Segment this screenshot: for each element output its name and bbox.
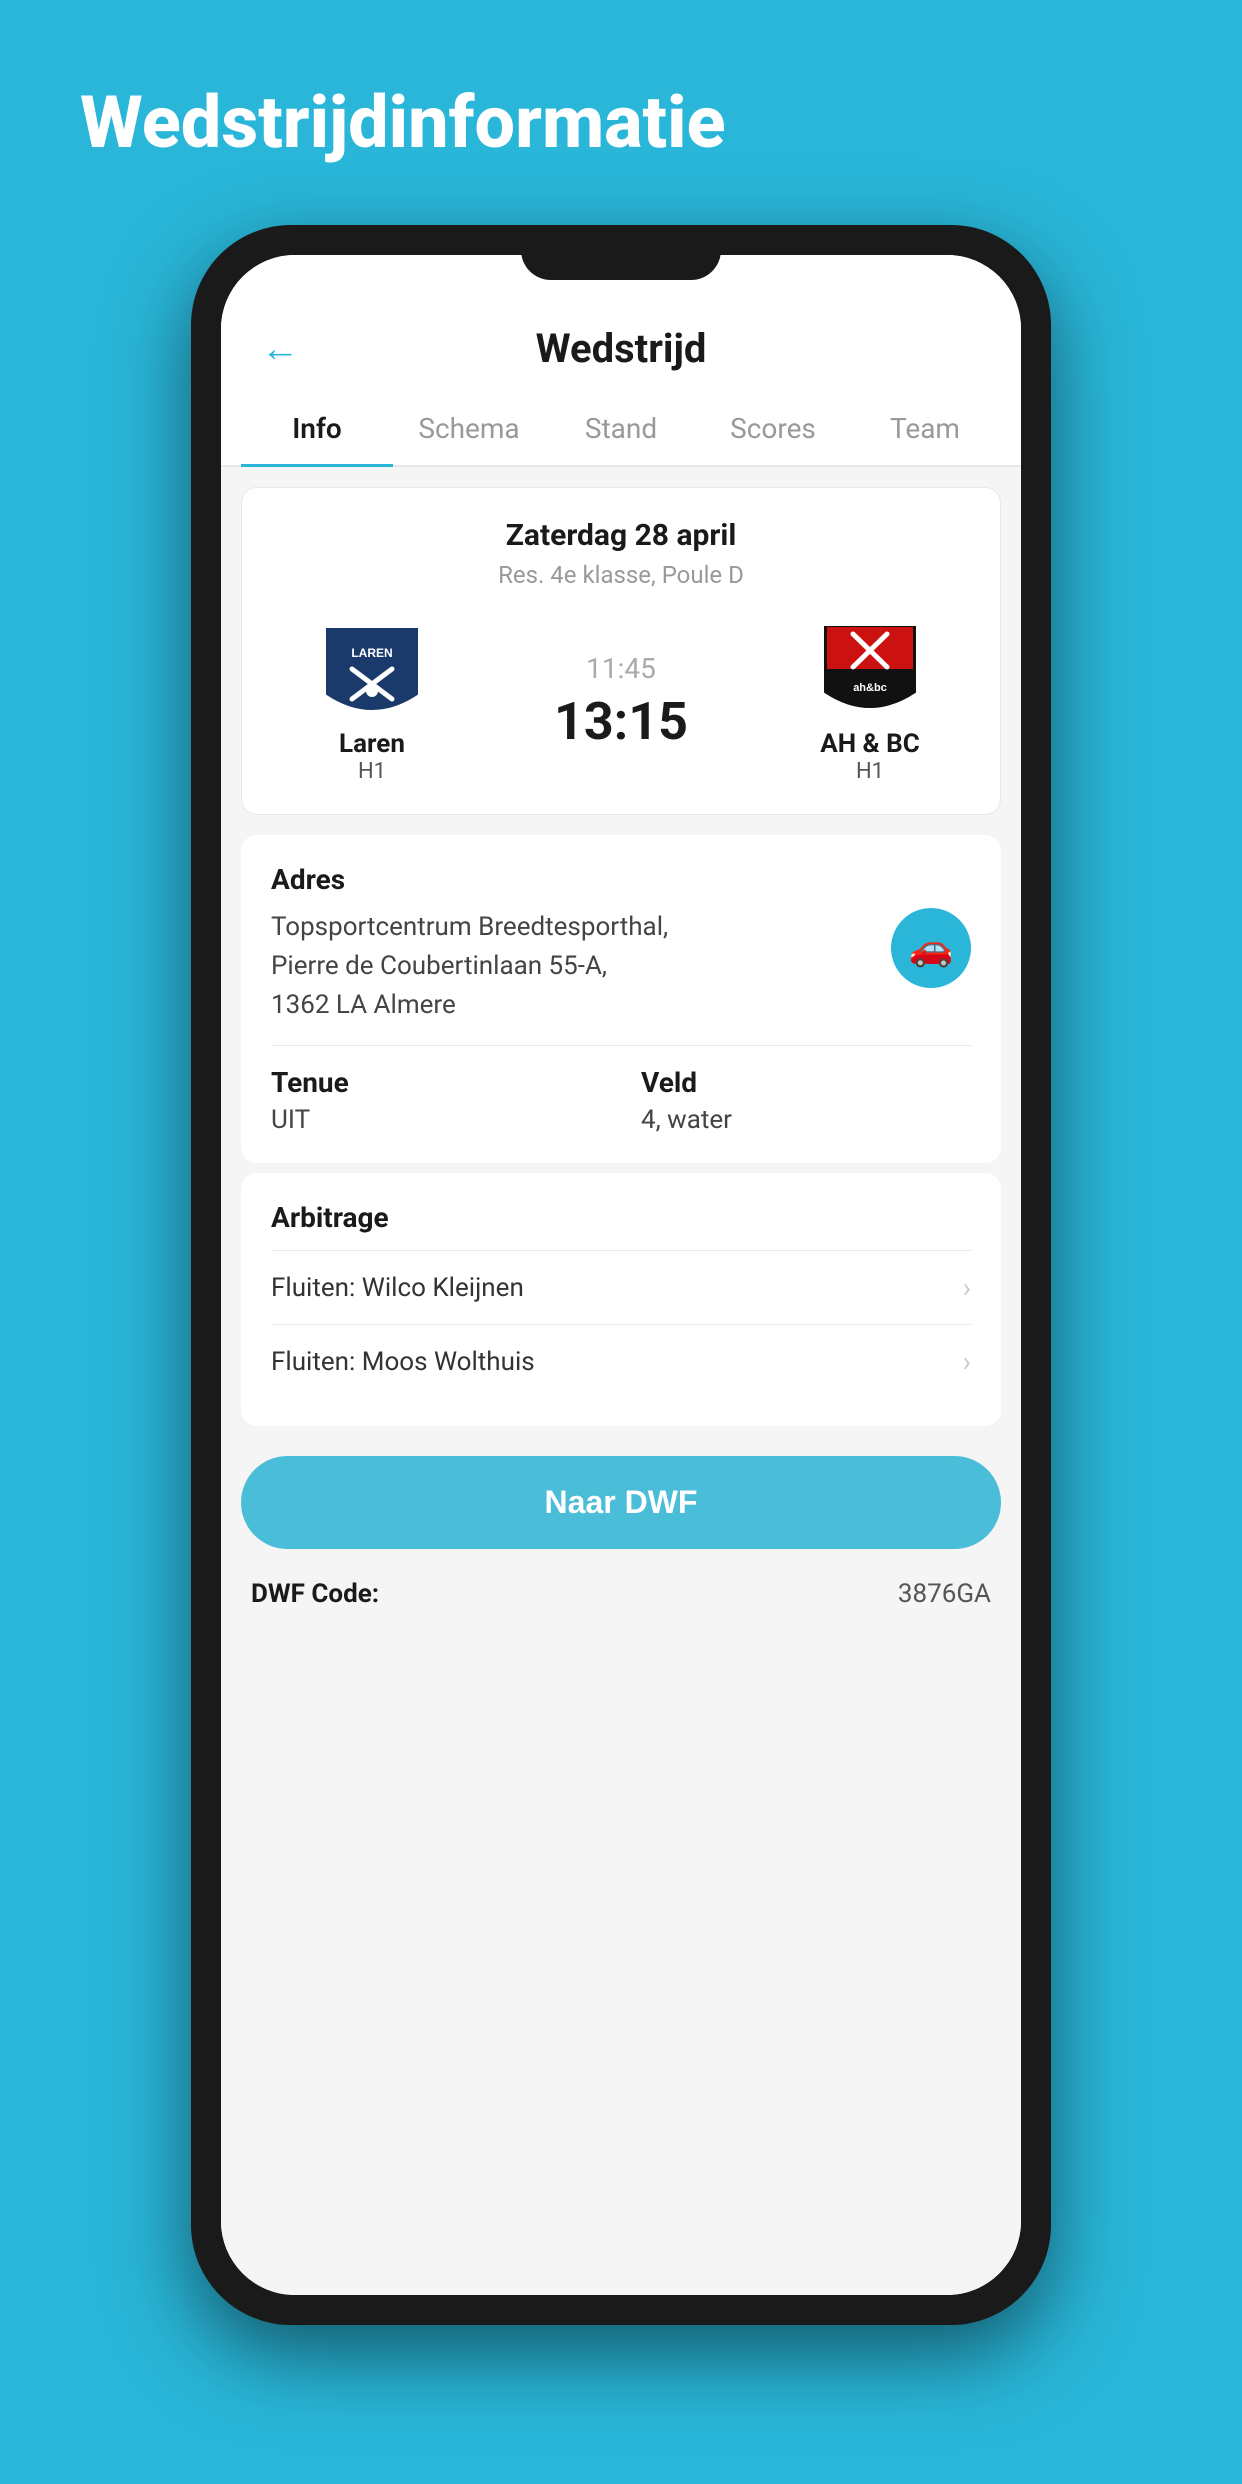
- arbitrage-item-0[interactable]: Fluiten: Wilco Kleijnen ›: [271, 1250, 971, 1324]
- dwf-code-label: DWF Code:: [251, 1579, 379, 1609]
- screen-content: ← Wedstrijd Info Schema Stand Scores Tea…: [221, 255, 1021, 2295]
- dwf-code-value: 3876GA: [898, 1579, 991, 1609]
- tab-team[interactable]: Team: [849, 392, 1001, 465]
- phone-device: ← Wedstrijd Info Schema Stand Scores Tea…: [191, 225, 1051, 2325]
- match-league: Res. 4e klasse, Poule D: [272, 561, 970, 589]
- back-button[interactable]: ←: [261, 327, 299, 371]
- arbitrage-item-1[interactable]: Fluiten: Moos Wolthuis ›: [271, 1324, 971, 1398]
- address-section: Adres Topsportcentrum Breedtesporthal, P…: [241, 835, 1001, 1163]
- match-teams-row: LAREN Laren H1: [272, 619, 970, 784]
- tab-scores[interactable]: Scores: [697, 392, 849, 465]
- score-block: 11:45 13:15: [554, 652, 688, 752]
- away-team-sub: H1: [856, 759, 884, 784]
- tenue-value: UIT: [271, 1105, 601, 1135]
- veld-value: 4, water: [641, 1105, 971, 1135]
- tabs-bar: Info Schema Stand Scores Team: [221, 392, 1021, 467]
- divider-1: [271, 1045, 971, 1046]
- page-background-title: Wedstrijdinformatie: [0, 80, 1242, 165]
- svg-text:LAREN: LAREN: [351, 646, 392, 660]
- home-team-name: Laren: [339, 729, 405, 759]
- match-date: Zaterdag 28 april: [272, 518, 970, 553]
- dwf-button[interactable]: Naar DWF: [241, 1456, 1001, 1549]
- home-team-sub: H1: [358, 759, 386, 784]
- match-card: Zaterdag 28 april Res. 4e klasse, Poule …: [241, 487, 1001, 815]
- phone-notch: [521, 225, 721, 280]
- tenue-col: Tenue UIT: [271, 1066, 601, 1135]
- arbitrage-section: Arbitrage Fluiten: Wilco Kleijnen › Flui…: [241, 1173, 1001, 1426]
- phone-shell: ← Wedstrijd Info Schema Stand Scores Tea…: [191, 225, 1051, 2325]
- svg-text:ah&bc: ah&bc: [853, 682, 887, 694]
- away-team-block: ah&bc AH & BC H1: [780, 619, 960, 784]
- dwf-section: Naar DWF: [221, 1436, 1021, 1559]
- address-text: Topsportcentrum Breedtesporthal, Pierre …: [271, 908, 871, 1025]
- tab-info[interactable]: Info: [241, 392, 393, 465]
- address-line2: Pierre de Coubertinlaan 55-A,: [271, 951, 607, 981]
- navigate-button[interactable]: 🚗: [891, 908, 971, 988]
- home-team-logo: LAREN: [317, 619, 427, 729]
- header-title: Wedstrijd: [536, 325, 707, 372]
- main-content: Zaterdag 28 april Res. 4e klasse, Poule …: [221, 467, 1021, 2295]
- home-team-block: LAREN Laren H1: [282, 619, 462, 784]
- address-line3: 1362 LA Almere: [271, 990, 456, 1020]
- match-score: 13:15: [554, 691, 688, 752]
- address-line1: Topsportcentrum Breedtesporthal,: [271, 912, 668, 942]
- away-team-name: AH & BC: [820, 729, 919, 759]
- away-team-logo: ah&bc: [815, 619, 925, 729]
- arbitrage-title: Arbitrage: [271, 1201, 971, 1234]
- tab-schema[interactable]: Schema: [393, 392, 545, 465]
- arbitrage-name-0: Fluiten: Wilco Kleijnen: [271, 1273, 524, 1303]
- tab-stand[interactable]: Stand: [545, 392, 697, 465]
- veld-col: Veld 4, water: [641, 1066, 971, 1135]
- chevron-right-icon-0: ›: [963, 1271, 971, 1304]
- chevron-right-icon-1: ›: [963, 1345, 971, 1378]
- veld-label: Veld: [641, 1066, 971, 1099]
- dwf-code-row: DWF Code: 3876GA: [221, 1559, 1021, 1639]
- address-label: Adres: [271, 863, 971, 896]
- match-time: 11:45: [586, 652, 656, 685]
- car-icon: 🚗: [909, 927, 954, 969]
- tenue-label: Tenue: [271, 1066, 601, 1099]
- phone-screen: ← Wedstrijd Info Schema Stand Scores Tea…: [221, 255, 1021, 2295]
- tenue-veld-grid: Tenue UIT Veld 4, water: [271, 1066, 971, 1135]
- address-row: Topsportcentrum Breedtesporthal, Pierre …: [271, 908, 971, 1025]
- arbitrage-name-1: Fluiten: Moos Wolthuis: [271, 1347, 535, 1377]
